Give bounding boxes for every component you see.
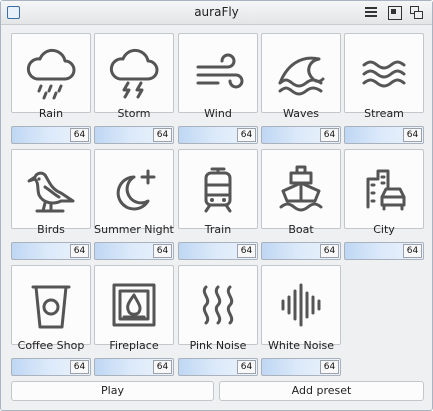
volume-slider-summer-night[interactable]: 64 xyxy=(94,242,174,260)
app-window: auraFly Rain Storm Wind Waves Stream 64 … xyxy=(0,0,433,411)
sound-label: Wind xyxy=(204,107,232,120)
sound-label: Storm xyxy=(117,107,151,120)
volume-value[interactable]: 64 xyxy=(237,244,256,258)
volume-slider-wind[interactable]: 64 xyxy=(178,126,258,144)
fireplace-icon xyxy=(112,283,156,327)
volume-slider-storm[interactable]: 64 xyxy=(94,126,174,144)
volume-value[interactable]: 64 xyxy=(153,360,172,374)
rain-icon xyxy=(26,48,76,100)
sound-label: Rain xyxy=(38,107,64,120)
play-button[interactable]: Play xyxy=(11,381,214,401)
sound-label: Train xyxy=(204,223,232,236)
volume-slider-white-noise[interactable]: 64 xyxy=(261,358,341,376)
sound-tile-birds[interactable] xyxy=(11,149,91,229)
volume-value[interactable]: 64 xyxy=(237,128,256,142)
volume-slider-boat[interactable]: 64 xyxy=(261,242,341,260)
stream-icon xyxy=(362,60,406,88)
sound-tile-summer-night[interactable] xyxy=(94,149,174,229)
volume-value[interactable]: 64 xyxy=(153,244,172,258)
bird-icon xyxy=(27,171,75,213)
wind-icon xyxy=(196,53,244,89)
sound-tile-train[interactable] xyxy=(178,149,258,229)
sound-tile-storm[interactable] xyxy=(94,33,174,113)
volume-value[interactable]: 64 xyxy=(70,128,89,142)
volume-value[interactable]: 64 xyxy=(320,128,339,142)
add-preset-button[interactable]: Add preset xyxy=(219,381,424,401)
sound-label: Birds xyxy=(37,223,65,236)
sound-tile-city[interactable] xyxy=(344,149,424,229)
volume-value[interactable]: 64 xyxy=(237,360,256,374)
sound-label: White Noise xyxy=(268,339,334,352)
sound-label: City xyxy=(373,223,395,236)
sound-tile-rain[interactable] xyxy=(11,33,91,113)
pink-noise-icon xyxy=(202,285,234,325)
sound-tile-pink-noise[interactable] xyxy=(178,265,258,345)
sound-label: Stream xyxy=(364,107,404,120)
volume-value[interactable]: 64 xyxy=(320,244,339,258)
sound-tile-stream[interactable] xyxy=(344,33,424,113)
volume-slider-birds[interactable]: 64 xyxy=(11,242,91,260)
hamburger-menu-icon[interactable] xyxy=(364,6,378,20)
sound-tile-white-noise[interactable] xyxy=(261,265,341,345)
white-noise-icon xyxy=(281,283,321,327)
sound-label: Summer Night xyxy=(94,223,174,236)
boat-icon xyxy=(279,165,323,212)
restore-icon[interactable] xyxy=(410,6,424,20)
volume-slider-city[interactable]: 64 xyxy=(344,242,424,260)
volume-slider-coffee-shop[interactable]: 64 xyxy=(11,358,91,376)
volume-slider-fireplace[interactable]: 64 xyxy=(94,358,174,376)
sound-label: Fireplace xyxy=(109,339,159,352)
volume-slider-train[interactable]: 64 xyxy=(178,242,258,260)
volume-slider-pink-noise[interactable]: 64 xyxy=(178,358,258,376)
sound-tile-boat[interactable] xyxy=(261,149,341,229)
sound-tile-wind[interactable] xyxy=(178,33,258,113)
storm-icon xyxy=(109,48,159,99)
sound-tile-fireplace[interactable] xyxy=(94,265,174,345)
sound-label: Pink Noise xyxy=(189,339,247,352)
volume-slider-stream[interactable]: 64 xyxy=(344,126,424,144)
title-bar: auraFly xyxy=(1,1,432,25)
sound-label: Boat xyxy=(288,223,314,236)
sound-label: Coffee Shop xyxy=(17,339,85,352)
volume-value[interactable]: 64 xyxy=(70,244,89,258)
waves-icon xyxy=(278,56,325,96)
volume-value[interactable]: 64 xyxy=(403,244,422,258)
volume-value[interactable]: 64 xyxy=(403,128,422,142)
sound-tile-coffee-shop[interactable] xyxy=(11,265,91,345)
volume-value[interactable]: 64 xyxy=(153,128,172,142)
volume-value[interactable]: 64 xyxy=(320,360,339,374)
volume-slider-rain[interactable]: 64 xyxy=(11,126,91,144)
moon-star-icon xyxy=(116,169,156,211)
coffee-cup-icon xyxy=(31,285,71,329)
city-icon xyxy=(366,169,406,211)
sound-label: Waves xyxy=(283,107,319,120)
volume-slider-waves[interactable]: 64 xyxy=(261,126,341,144)
maximize-icon[interactable] xyxy=(388,6,402,20)
train-icon xyxy=(204,167,232,213)
volume-value[interactable]: 64 xyxy=(70,360,89,374)
sound-tile-waves[interactable] xyxy=(261,33,341,113)
